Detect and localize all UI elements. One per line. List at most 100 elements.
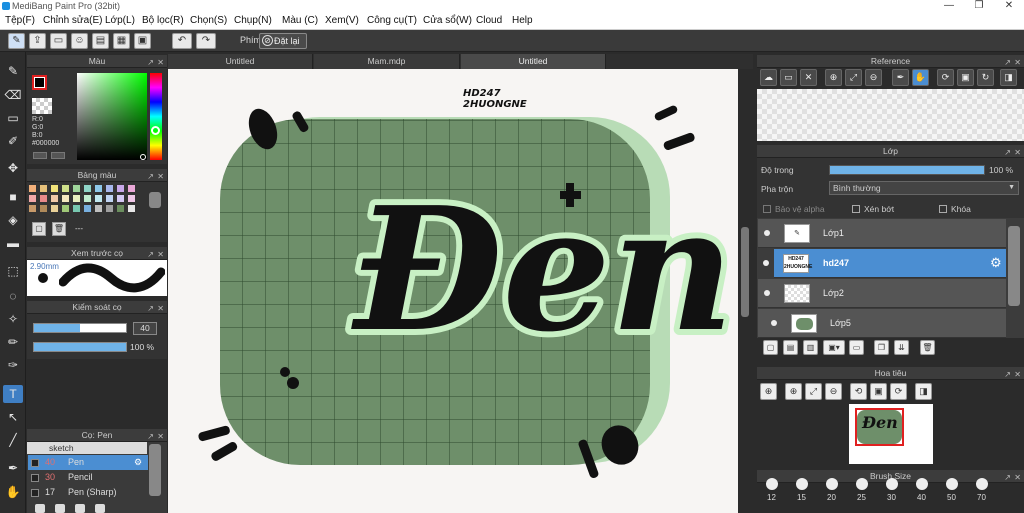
protect-alpha-checkbox[interactable]: Bảo vệ alpha (763, 204, 825, 214)
layer-list-scrollbar[interactable] (1008, 226, 1020, 306)
operation-tool-icon[interactable]: ↖ (3, 408, 23, 426)
brush-size-value[interactable]: 40 (133, 322, 157, 335)
palette-swatch[interactable] (73, 205, 80, 212)
palette-swatch[interactable] (106, 195, 113, 202)
eye-icon[interactable] (764, 290, 770, 296)
palette-swatch[interactable] (84, 185, 91, 192)
open-folder-icon[interactable]: ▭ (780, 69, 797, 86)
divide-tool-icon[interactable]: ╱ (3, 431, 23, 449)
blend-mode-select[interactable]: Bình thường ▼ (829, 181, 1019, 195)
close-button[interactable]: ✕ (994, 0, 1024, 12)
palette-swatch[interactable] (51, 205, 58, 212)
palette-swatch[interactable] (117, 195, 124, 202)
brush-settings-icon[interactable] (75, 504, 85, 513)
brush-size-preset[interactable]: 40 (908, 478, 935, 506)
brush-size-slider[interactable] (33, 323, 127, 333)
palette-swatch[interactable] (40, 185, 47, 192)
palette-swatch[interactable] (29, 205, 36, 212)
tab-untitled-1[interactable]: Untitled (168, 54, 313, 69)
redo-icon[interactable]: ↷ (196, 33, 216, 49)
flip-icon[interactable]: ◨ (1000, 69, 1017, 86)
palette-swatch[interactable] (84, 195, 91, 202)
add-brush-icon[interactable] (35, 504, 45, 513)
brush-size-preset[interactable]: 15 (788, 478, 815, 506)
menu-cloud[interactable]: Cloud (476, 15, 502, 26)
main-color-swatch[interactable] (32, 75, 47, 90)
rotate-left-icon[interactable]: ⟲ (850, 383, 867, 400)
move-tool-icon[interactable]: ✥ (3, 159, 23, 177)
palette-swatch[interactable] (73, 185, 80, 192)
grid-icon[interactable]: ▦ (113, 33, 130, 49)
panel-undock-icon[interactable]: ↗ (1004, 471, 1011, 484)
new-halftone-layer-icon[interactable]: ▤ (783, 340, 798, 355)
document-icon[interactable]: ▤ (92, 33, 109, 49)
palette-swatch[interactable] (106, 205, 113, 212)
palette-swatch[interactable] (128, 205, 135, 212)
eraser-tool-icon[interactable]: ⌫ (3, 86, 23, 104)
add-layer-dropdown-icon[interactable]: ▣▾ (823, 340, 845, 355)
menu-window[interactable]: Cửa sổ(W) (423, 15, 472, 26)
new-8bit-layer-icon[interactable]: ▥ (803, 340, 818, 355)
panel-close-icon[interactable]: ✕ (1014, 471, 1021, 484)
layer-row-lop2[interactable]: Lớp2 (758, 279, 1006, 308)
refresh-icon[interactable]: ↻ (977, 69, 994, 86)
palette-swatch[interactable] (95, 195, 102, 202)
eyedropper-icon[interactable]: ✒ (892, 69, 909, 86)
minimize-button[interactable]: — (934, 0, 964, 12)
brush-check[interactable] (31, 489, 39, 497)
cloud-ref-icon[interactable]: ☁ (760, 69, 777, 86)
delete-brush-icon[interactable] (95, 504, 105, 513)
panel-icon[interactable]: ▣ (134, 33, 151, 49)
menu-help[interactable]: Help (512, 15, 533, 26)
lasso-tool-icon[interactable]: ◌ (3, 287, 23, 305)
palette-swatch[interactable] (51, 185, 58, 192)
eye-icon[interactable] (763, 260, 769, 266)
color-swap-button[interactable] (51, 152, 65, 159)
panel-close-icon[interactable]: ✕ (1014, 368, 1021, 381)
menu-filter[interactable]: Bộ lọc(R) (142, 15, 184, 26)
select-pen-icon[interactable]: ✏ (3, 333, 23, 351)
eye-icon[interactable] (771, 320, 777, 326)
brush-list-scrollbar[interactable] (149, 444, 161, 496)
reference-view[interactable] (757, 89, 1024, 141)
palette-swatch[interactable] (117, 205, 124, 212)
color-mode-button[interactable] (33, 152, 47, 159)
layer-row-lop5[interactable]: Lớp5 (758, 309, 1006, 338)
eyedropper-tool-icon[interactable]: ✒ (3, 459, 23, 477)
brush-item-pen[interactable]: 40 Pen ⚙ (28, 455, 148, 470)
menu-tools[interactable]: Công cụ(T) (367, 15, 417, 26)
brush-item-pen-sharp[interactable]: 17 Pen (Sharp) (28, 485, 148, 500)
palette-swatch[interactable] (62, 195, 69, 202)
layer-gear-icon[interactable]: ⚙ (990, 255, 1002, 271)
flip-icon[interactable]: ◨ (915, 383, 932, 400)
palette-swatch[interactable] (95, 205, 102, 212)
color-picker-cursor[interactable] (140, 154, 146, 160)
eye-icon[interactable] (764, 230, 770, 236)
brush-tool-icon[interactable]: ✎ (3, 62, 23, 80)
brush-check[interactable] (31, 459, 39, 467)
hue-slider[interactable] (150, 73, 162, 160)
menu-select[interactable]: Chọn(S) (190, 15, 227, 26)
palette-swatch[interactable] (40, 205, 47, 212)
folder-icon[interactable]: ▭ (849, 340, 864, 355)
palette-swatch[interactable] (128, 185, 135, 192)
new-palette-icon[interactable]: ▢ (32, 222, 46, 236)
menu-layer[interactable]: Lớp(L) (105, 15, 135, 26)
palette-swatch[interactable] (117, 185, 124, 192)
clipping-checkbox[interactable]: Xén bớt (852, 204, 894, 214)
panel-undock-icon[interactable]: ↗ (1004, 56, 1011, 69)
brush-gear-icon[interactable]: ⚙ (134, 455, 142, 470)
palette-swatch[interactable] (106, 185, 113, 192)
duplicate-layer-icon[interactable]: ❐ (874, 340, 889, 355)
maximize-button[interactable]: ❐ (964, 0, 994, 12)
zoom-out-icon[interactable]: ⊖ (825, 383, 842, 400)
brush-group-sketch[interactable]: sketch (27, 442, 147, 454)
fill-rect-tool-icon[interactable]: ■ (3, 188, 23, 206)
share-icon[interactable]: ⇪ (29, 33, 46, 49)
hand-tool-icon[interactable]: ✋ (3, 483, 23, 501)
palette-swatch[interactable] (62, 205, 69, 212)
palette-swatch[interactable] (84, 205, 91, 212)
palette-swatch[interactable] (51, 195, 58, 202)
palette-swatch[interactable] (128, 195, 135, 202)
canvas-vertical-scrollbar[interactable] (738, 69, 752, 513)
